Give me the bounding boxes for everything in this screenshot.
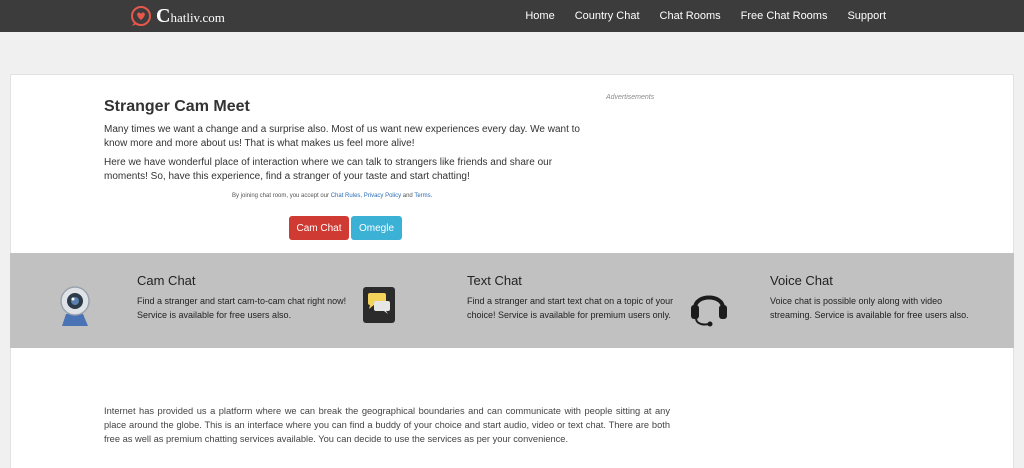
feature-cam-chat-title: Cam Chat	[137, 273, 196, 288]
nav-home[interactable]: Home	[525, 10, 554, 22]
chat-bubbles-icon	[363, 287, 395, 323]
feature-text-chat-desc: Find a stranger and start text chat on a…	[467, 296, 674, 320]
intro-paragraph-2: Here we have wonderful place of interact…	[104, 157, 553, 182]
feature-text-chat-title: Text Chat	[467, 273, 522, 288]
advertisements-label: Advertisements	[606, 94, 655, 101]
nav-free-chat-rooms[interactable]: Free Chat Rooms	[741, 10, 828, 22]
omegle-button[interactable]: Omegle	[351, 216, 402, 240]
privacy-policy-link[interactable]: Privacy Policy	[364, 193, 401, 199]
cam-chat-button[interactable]: Cam Chat	[289, 216, 349, 240]
about-paragraph: Internet has provided us a platform wher…	[104, 406, 670, 444]
nav-country-chat[interactable]: Country Chat	[575, 10, 640, 22]
feature-cam-chat-desc: Find a stranger and start cam-to-cam cha…	[137, 296, 347, 320]
webcam-icon	[60, 286, 90, 326]
feature-voice-chat-title: Voice Chat	[770, 273, 833, 288]
terms-prefix: By joining chat room, you accept our	[232, 193, 331, 199]
page-title: Stranger Cam Meet	[104, 98, 250, 115]
terms-period: .	[430, 193, 433, 199]
top-navbar: Chatliv.com Home Country Chat Chat Rooms…	[0, 0, 1024, 32]
terms-link[interactable]: Terms	[414, 193, 430, 199]
intro-paragraph-1: Many times we want a change and a surpri…	[104, 124, 580, 149]
terms-and: and	[401, 193, 415, 199]
logo-wordmark: Chatliv.com	[156, 4, 225, 27]
feature-voice-chat-desc: Voice chat is possible only along with v…	[770, 296, 969, 320]
terms-notice: By joining chat room, you accept our Cha…	[232, 193, 432, 199]
chat-rules-link[interactable]: Chat Rules	[331, 193, 361, 199]
heart-chat-logo-icon	[131, 6, 151, 26]
main-nav: Home Country Chat Chat Rooms Free Chat R…	[505, 0, 886, 32]
nav-support[interactable]: Support	[847, 10, 886, 22]
headset-icon	[691, 295, 727, 327]
site-logo[interactable]: Chatliv.com	[130, 4, 225, 28]
nav-chat-rooms[interactable]: Chat Rooms	[660, 10, 721, 22]
